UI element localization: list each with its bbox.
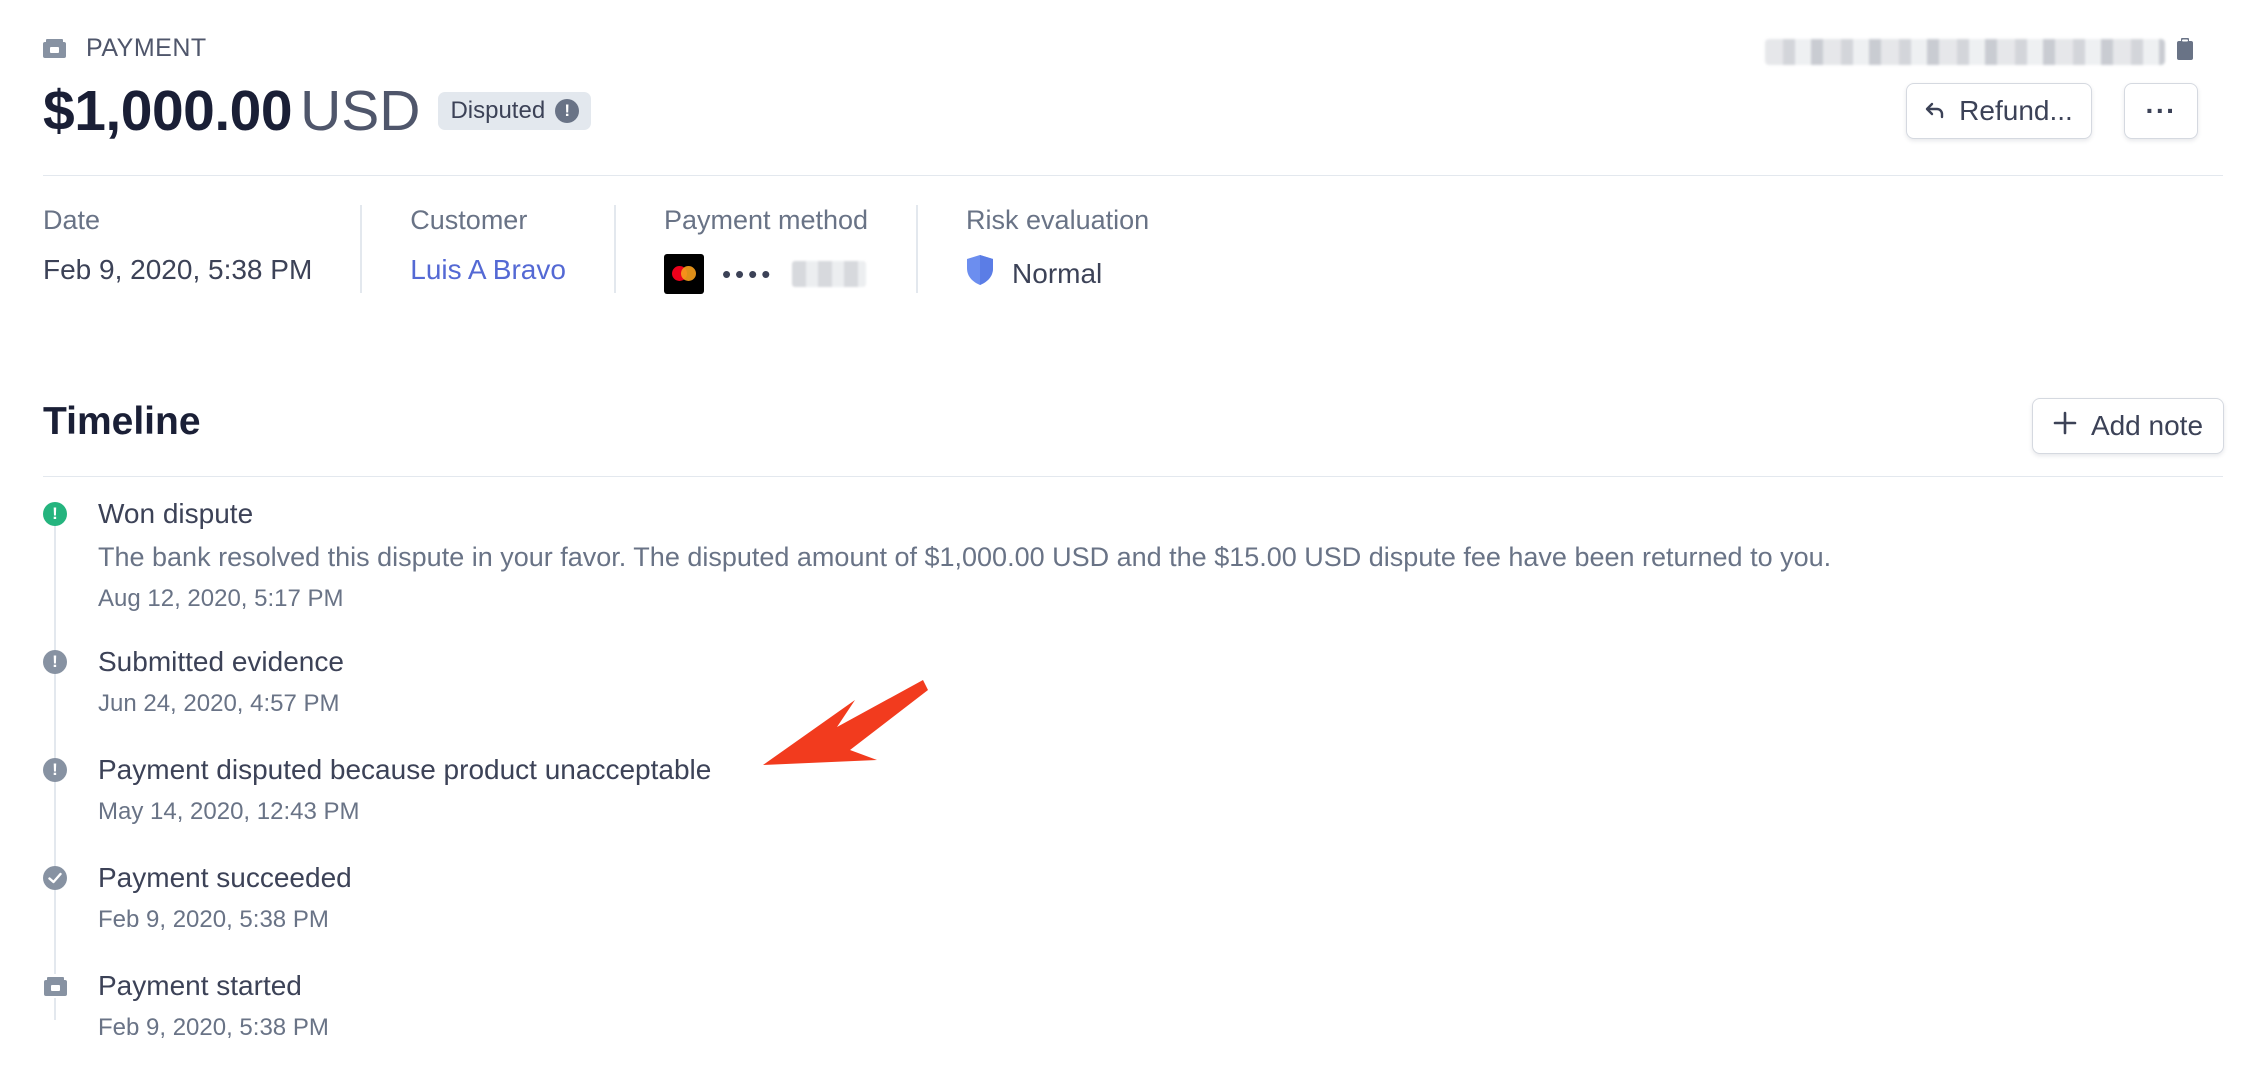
payment-method-value: •••• (663, 254, 868, 294)
summary-payment-method: Payment method •••• (663, 205, 919, 294)
summary-customer-label: Customer (410, 205, 528, 235)
add-note-button[interactable]: Add note (2032, 398, 2224, 454)
amount-row: $1,000.00 USD Disputed ! (43, 78, 592, 144)
timeline-item-title: Payment started (98, 970, 302, 1001)
refund-arrow-icon (1925, 95, 1945, 127)
payment-currency: USD (300, 79, 421, 143)
page-eyebrow: PAYMENT (43, 34, 207, 63)
summary-risk: Risk evaluation Normal (966, 205, 1197, 293)
redacted-id (1765, 38, 2165, 65)
refund-button-label: Refund... (1959, 95, 2073, 126)
customer-link[interactable]: Luis A Bravo (410, 254, 566, 286)
more-icon: ··· (2145, 95, 2177, 126)
add-note-label: Add note (2090, 410, 2204, 441)
shield-icon (966, 254, 994, 293)
card-dots: •••• (721, 258, 775, 289)
more-actions-button[interactable]: ··· (2124, 83, 2198, 139)
summary-date: Date Feb 9, 2020, 5:38 PM (43, 205, 363, 293)
redacted-card-last4 (792, 261, 867, 287)
timeline-divider (43, 476, 2223, 477)
timeline-item-title: Won dispute (98, 498, 254, 529)
timeline-title: Timeline (43, 400, 201, 443)
summary-customer: Customer Luis A Bravo (410, 205, 616, 293)
timeline-item-time: Jun 24, 2020, 4:57 PM (98, 690, 340, 717)
timeline-item-time: May 14, 2020, 12:43 PM (98, 798, 360, 825)
payment-id[interactable] (1765, 38, 2193, 65)
alert-icon: ! (43, 650, 67, 674)
summary-payment-method-label: Payment method (663, 205, 869, 235)
timeline-item-time: Feb 9, 2020, 5:38 PM (98, 1014, 329, 1041)
refund-button[interactable]: Refund... (1906, 83, 2092, 139)
plus-icon (2053, 410, 2077, 442)
summary-date-label: Date (43, 205, 101, 235)
timeline-item-title: Submitted evidence (98, 646, 344, 677)
status-badge[interactable]: Disputed ! (438, 92, 592, 130)
payment-amount: $1,000.00 (43, 79, 293, 143)
payment-icon (43, 974, 67, 998)
summary-date-value: Feb 9, 2020, 5:38 PM (43, 254, 313, 285)
clipboard-icon[interactable] (2177, 38, 2193, 65)
payment-summary: Date Feb 9, 2020, 5:38 PM Customer Luis … (43, 205, 1245, 294)
alert-icon: ! (555, 99, 580, 123)
eyebrow-label: PAYMENT (86, 34, 207, 62)
timeline-item-description: The bank resolved this dispute in your f… (98, 542, 1832, 572)
payment-icon (43, 39, 66, 58)
risk-level: Normal (1012, 257, 1103, 289)
header-divider (43, 175, 2223, 176)
summary-risk-label: Risk evaluation (966, 205, 1150, 235)
check-icon (43, 866, 67, 890)
risk-value[interactable]: Normal (966, 254, 1149, 293)
timeline-item-time: Aug 12, 2020, 5:17 PM (98, 585, 344, 612)
timeline-item-title: Payment disputed because product unaccep… (98, 754, 712, 785)
alert-icon: ! (43, 758, 67, 782)
status-badge-label: Disputed (450, 97, 546, 124)
alert-icon: ! (43, 502, 67, 526)
timeline-item-time: Feb 9, 2020, 5:38 PM (98, 906, 329, 933)
payment-detail-page: PAYMENT $1,000.00 USD Disputed ! Refund.… (43, 0, 2224, 1070)
mastercard-icon (663, 254, 704, 294)
timeline-item-title: Payment succeeded (98, 862, 352, 893)
